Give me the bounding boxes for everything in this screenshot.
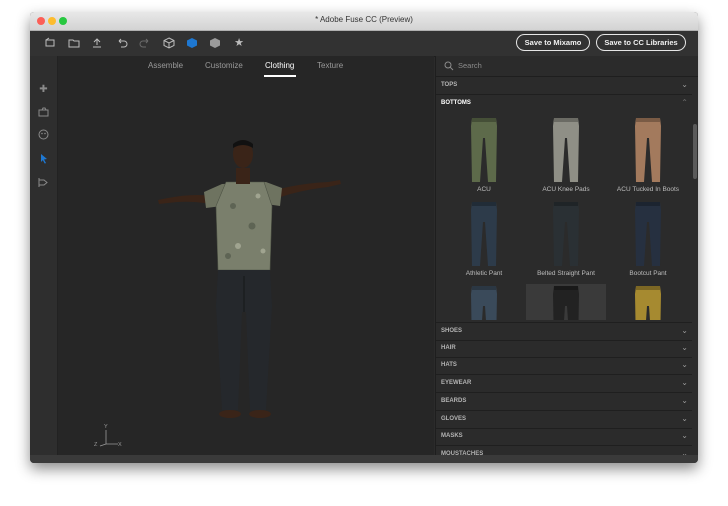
clothing-item-label: ACU [477, 186, 491, 193]
category-label: TOPS [441, 82, 458, 88]
axis-x-label: X [118, 442, 122, 448]
search-icon [444, 61, 454, 71]
category-masks[interactable]: MASKS ⌄ [436, 428, 692, 447]
category-label: MASKS [441, 433, 463, 440]
pants-thumbnail [635, 286, 661, 320]
clothing-item[interactable]: Belted Straight Pant [526, 200, 606, 282]
clothing-item[interactable]: ACU [444, 116, 524, 198]
clothing-item-label: ACU Knee Pads [542, 186, 590, 193]
search-bar[interactable]: Search [436, 56, 698, 77]
category-tops[interactable]: TOPS ⌄ [436, 77, 692, 95]
search-input[interactable]: Search [458, 61, 482, 70]
category-bottoms[interactable]: BOTTOMS ⌃ [436, 95, 692, 112]
clothing-item-label: ACU Tucked In Boots [616, 186, 680, 193]
clothing-item[interactable]: Athletic Pant [444, 200, 524, 282]
clothing-item[interactable] [608, 284, 688, 320]
pants-thumbnail [553, 286, 579, 320]
redo-icon[interactable] [139, 37, 151, 49]
chevron-down-icon: ⌄ [681, 342, 688, 352]
clothing-item[interactable]: Bootcut Pant [608, 200, 688, 282]
category-shoes[interactable]: SHOES ⌄ [436, 322, 692, 341]
category-label: EYEWEAR [441, 380, 472, 387]
clothing-item-label: Athletic Pant [465, 270, 503, 277]
category-beards[interactable]: BEARDS ⌄ [436, 393, 692, 411]
category-label: HATS [441, 362, 457, 369]
character-model[interactable] [58, 56, 434, 455]
pointer-icon[interactable] [37, 152, 50, 165]
pants-thumbnail [553, 202, 579, 266]
camera-icon[interactable] [37, 106, 50, 119]
main-toolbar: ★ Save to Mixamo Save to CC Libraries [30, 31, 698, 57]
clothing-item-label: Belted Straight Pant [537, 270, 595, 277]
status-bar [30, 455, 698, 463]
scrollbar-thumb[interactable] [693, 124, 697, 179]
title-bar: * Adobe Fuse CC (Preview) [30, 12, 698, 31]
folder-open-icon[interactable] [68, 37, 80, 49]
left-toolbar: ✚ [30, 56, 58, 455]
axis-z-label: Z [94, 442, 98, 448]
app-window: * Adobe Fuse CC (Preview) ★ Save to Mixa… [30, 12, 698, 463]
cube-add-icon[interactable] [44, 37, 56, 49]
category-label: SHOES [441, 328, 463, 334]
clothing-item-label: Bootcut Pant [629, 270, 667, 277]
3d-viewport[interactable]: Assemble Customize Clothing Texture Y Z … [58, 56, 434, 455]
category-hair[interactable]: HAIR ⌄ [436, 340, 692, 358]
pants-thumbnail [471, 286, 497, 320]
clothing-panel: Search TOPS ⌄ BOTTOMS ⌃ ACU ACU Knee Pads… [435, 56, 698, 463]
chevron-down-icon: ⌄ [681, 378, 688, 388]
chevron-down-icon: ⌄ [681, 80, 688, 89]
category-gloves[interactable]: GLOVES ⌄ [436, 411, 692, 429]
chevron-down-icon: ⌄ [681, 431, 688, 441]
save-to-mixamo-button[interactable]: Save to Mixamo [516, 34, 590, 51]
chevron-up-icon: ⌃ [681, 98, 688, 107]
render-icon[interactable] [37, 176, 50, 189]
chevron-down-icon: ⌄ [681, 326, 688, 335]
upload-icon[interactable] [91, 37, 103, 49]
save-to-cc-libraries-button[interactable]: Save to CC Libraries [596, 34, 686, 51]
cube-blue-icon[interactable] [186, 37, 198, 49]
axis-y-label: Y [104, 424, 108, 430]
pants-thumbnail [471, 118, 497, 182]
move-icon[interactable]: ✚ [37, 83, 50, 96]
undo-icon[interactable] [116, 37, 128, 49]
category-label: BOTTOMS [441, 100, 471, 106]
pants-thumbnail [635, 118, 661, 182]
chevron-down-icon: ⌄ [681, 395, 688, 405]
category-eyewear[interactable]: EYEWEAR ⌄ [436, 375, 692, 394]
pants-thumbnail [471, 202, 497, 266]
clothing-item[interactable]: ACU Tucked In Boots [608, 116, 688, 198]
face-icon[interactable] [37, 128, 50, 141]
pants-thumbnail [553, 118, 579, 182]
box-icon[interactable] [163, 37, 175, 49]
clothing-item[interactable]: ACU Knee Pads [526, 116, 606, 198]
clothing-item[interactable] [526, 284, 606, 320]
category-label: HAIR [441, 344, 456, 351]
chevron-down-icon: ⌄ [681, 360, 688, 370]
clothing-item[interactable] [444, 284, 524, 320]
pants-thumbnail [635, 202, 661, 266]
chevron-down-icon: ⌄ [681, 413, 688, 423]
category-hats[interactable]: HATS ⌄ [436, 357, 692, 376]
category-label: BEARDS [441, 397, 467, 404]
star-icon[interactable]: ★ [233, 37, 245, 49]
category-label: GLOVES [441, 415, 467, 422]
bottoms-grid: ACU ACU Knee Pads ACU Tucked In Boots Athle… [436, 112, 692, 320]
window-title: * Adobe Fuse CC (Preview) [315, 15, 413, 24]
cube-dark-icon[interactable] [209, 37, 221, 49]
